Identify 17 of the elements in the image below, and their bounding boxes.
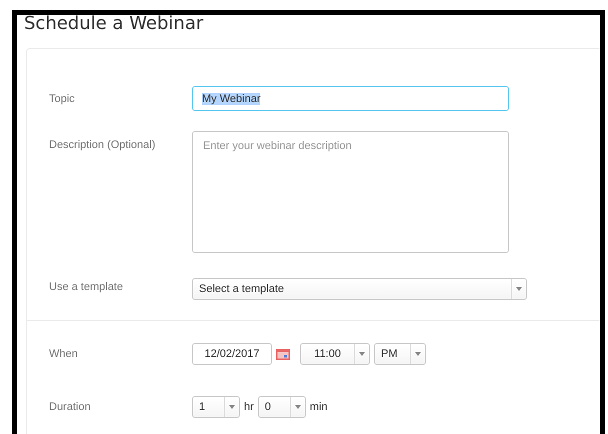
date-field[interactable]: 12/02/2017 (192, 343, 272, 365)
calendar-icon[interactable] (276, 348, 290, 360)
minutes-dropdown[interactable]: 0 (258, 396, 306, 418)
page-title: Schedule a Webinar (23, 15, 204, 36)
template-dropdown[interactable]: Select a template (192, 278, 527, 300)
topic-field[interactable]: My Webinar (192, 86, 509, 111)
hours-dropdown[interactable]: 1 (192, 396, 240, 418)
field-label: Use a template (49, 280, 124, 292)
ampm-dropdown[interactable]: PM (374, 343, 426, 365)
field-label: Topic (49, 92, 76, 104)
unit-label: hr (244, 401, 254, 413)
time-dropdown[interactable]: 11:00 (300, 343, 370, 365)
description-field[interactable]: Enter your webinar description (192, 131, 509, 253)
unit-label: min (310, 401, 328, 413)
field-label: Duration (49, 401, 92, 413)
field-label: Description (Optional) (49, 138, 156, 151)
field-label: When (49, 348, 79, 360)
